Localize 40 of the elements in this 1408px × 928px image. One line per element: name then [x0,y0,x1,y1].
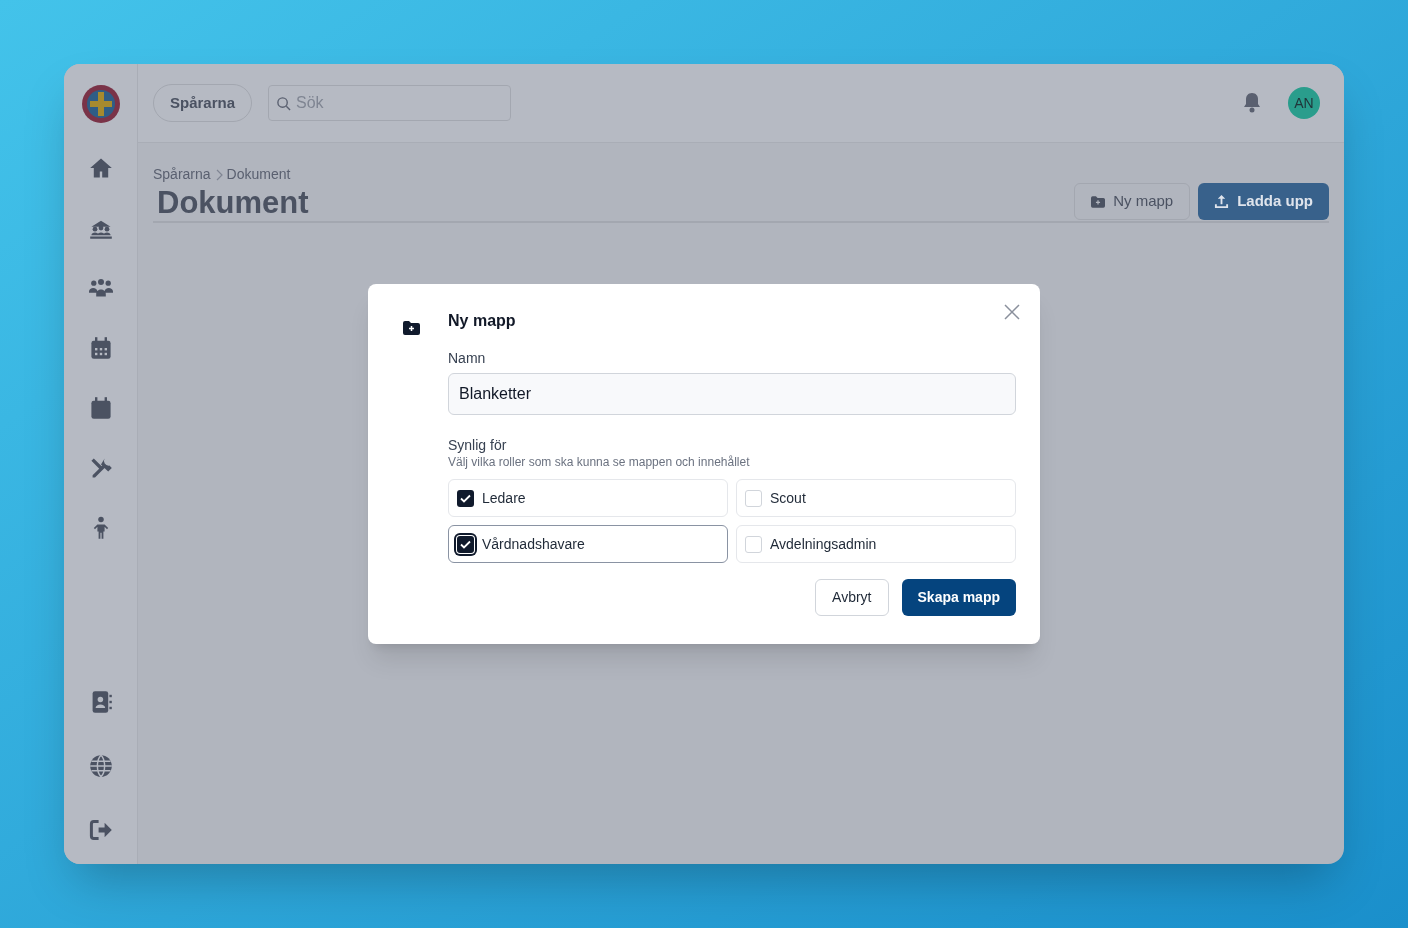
globe-icon[interactable] [88,754,113,778]
breadcrumb-current: Dokument [226,165,291,184]
role-option[interactable]: Ledare [448,479,728,517]
role-option[interactable]: Scout [736,479,1016,517]
name-input-field[interactable]: Blanketter [448,373,1016,415]
field-label: Synlig för [448,436,508,454]
role-option[interactable]: Vårdnadshavare [448,525,728,563]
logo-icon [80,84,121,124]
bell-icon[interactable] [1242,92,1262,114]
create-button[interactable]: Skapa mapp [901,579,1016,616]
home-icon[interactable] [88,156,113,180]
role-label: Scout [770,488,806,508]
upload-button[interactable]: Ladda upp [1198,183,1329,220]
calendar-icon[interactable] [88,396,113,420]
dialog-title: Ny mapp [448,311,517,331]
chevron-icon [214,168,223,181]
logout-icon[interactable] [88,818,113,842]
close-icon [1004,304,1020,320]
check-icon [460,493,471,503]
checkbox[interactable] [457,535,474,553]
checkbox[interactable] [457,489,474,507]
checkbox[interactable] [745,489,762,507]
folder-plus-icon [1091,195,1106,208]
folder-plus-icon [403,321,420,335]
hint-text: Välj vilka roller som ska kunna se mappen och innehållet [448,454,751,470]
role-label: Avdelningsadmin [770,534,877,554]
search-icon [276,96,292,111]
role-option[interactable]: Avdelningsadmin [736,525,1016,563]
role-label: Vårdnadshavare [482,534,585,554]
upload-icon [1214,194,1230,209]
cancel-button[interactable]: Avbryt [815,579,889,616]
field-label: Namn [448,349,487,368]
page-title: Dokument [156,185,310,221]
user-avatar[interactable]: AN [1288,87,1320,119]
check-icon [460,539,471,549]
checkbox[interactable] [745,535,762,553]
role-label: Ledare [482,488,526,508]
calendar-icon[interactable] [88,336,113,360]
new-folder-button[interactable]: Ny mapp [1074,183,1191,220]
close-button[interactable] [1004,304,1020,320]
